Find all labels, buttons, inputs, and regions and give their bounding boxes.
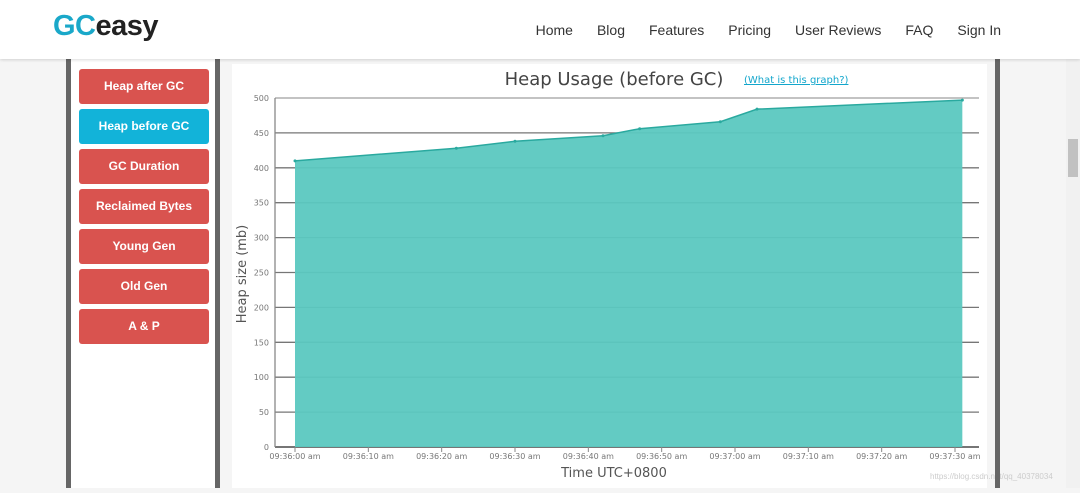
x-tick-label: 09:37:00 am: [709, 452, 760, 461]
x-tick-label: 09:36:50 am: [636, 452, 687, 461]
heap-usage-chart: Heap Usage (before GC) (What is this gra…: [235, 69, 981, 481]
x-tick-label: 09:36:30 am: [489, 452, 540, 461]
data-point: [755, 107, 759, 111]
y-tick-label: 250: [254, 269, 269, 278]
young-gen-button[interactable]: Young Gen: [79, 229, 209, 264]
reclaimed-bytes-button[interactable]: Reclaimed Bytes: [79, 189, 209, 224]
scrollbar-thumb[interactable]: [1068, 139, 1078, 177]
x-tick-label: 09:37:30 am: [929, 452, 980, 461]
scrollbar[interactable]: [1066, 59, 1080, 488]
nav-blog[interactable]: Blog: [597, 22, 625, 38]
gc-duration-button[interactable]: GC Duration: [79, 149, 209, 184]
y-tick-label: 150: [254, 338, 269, 347]
y-axis-label: Heap size (mb): [235, 225, 250, 324]
chart-title: Heap Usage (before GC): [505, 69, 724, 90]
y-tick-label: 300: [254, 234, 269, 243]
nav-menu: Home Blog Features Pricing User Reviews …: [512, 22, 1001, 38]
data-point: [960, 98, 964, 102]
data-point: [293, 159, 297, 163]
data-point: [513, 139, 517, 143]
nav-sign-in[interactable]: Sign In: [957, 22, 1001, 38]
old-gen-button[interactable]: Old Gen: [79, 269, 209, 304]
x-tick-label: 09:37:20 am: [856, 452, 907, 461]
watermark: https://blog.csdn.net/qq_40378034: [930, 472, 1053, 481]
right-border: [995, 59, 1000, 488]
logo-easy: easy: [95, 10, 159, 42]
y-tick-label: 100: [254, 373, 269, 382]
y-tick-label: 0: [264, 443, 269, 452]
nav-features[interactable]: Features: [649, 22, 704, 38]
x-tick-label: 09:36:40 am: [563, 452, 614, 461]
heap-before-gc-button[interactable]: Heap before GC: [79, 109, 209, 144]
data-point: [601, 134, 605, 138]
x-tick-label: 09:36:10 am: [343, 452, 394, 461]
nav-user-reviews[interactable]: User Reviews: [795, 22, 881, 38]
y-tick-label: 50: [259, 408, 269, 417]
nav-home[interactable]: Home: [536, 22, 573, 38]
top-navbar: GCeasy Home Blog Features Pricing User R…: [0, 0, 1080, 59]
y-tick-label: 400: [254, 164, 269, 173]
heap-after-gc-button[interactable]: Heap after GC: [79, 69, 209, 104]
data-point: [638, 127, 642, 131]
nav-faq[interactable]: FAQ: [905, 22, 933, 38]
graph-selector-sidebar: Heap after GC Heap before GC GC Duration…: [66, 59, 220, 488]
x-tick-label: 09:36:20 am: [416, 452, 467, 461]
nav-pricing[interactable]: Pricing: [728, 22, 771, 38]
logo-gc: GC: [53, 10, 96, 42]
logo[interactable]: GCeasy: [53, 10, 159, 43]
a-and-p-button[interactable]: A & P: [79, 309, 209, 344]
y-tick-label: 500: [254, 94, 269, 103]
heap-area: [295, 100, 963, 448]
y-tick-label: 200: [254, 303, 269, 312]
data-point: [454, 146, 458, 150]
y-tick-label: 450: [254, 129, 269, 138]
x-axis-label: Time UTC+0800: [560, 466, 667, 481]
data-point: [718, 120, 722, 124]
what-is-this-graph-link[interactable]: (What is this graph?): [744, 75, 849, 86]
chart-panel: Heap Usage (before GC) (What is this gra…: [232, 64, 987, 488]
y-tick-label: 350: [254, 199, 269, 208]
x-tick-label: 09:37:10 am: [783, 452, 834, 461]
x-tick-label: 09:36:00 am: [269, 452, 320, 461]
